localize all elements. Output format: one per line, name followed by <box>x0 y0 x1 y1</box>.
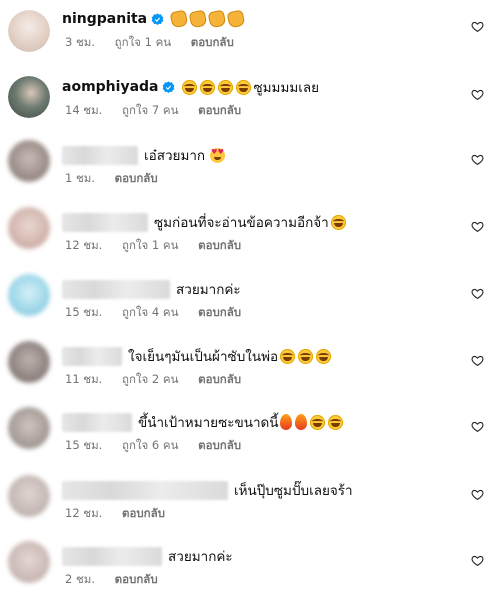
verified-badge-icon <box>151 12 164 25</box>
comment-time: 14 ชม. <box>65 103 103 117</box>
like-count[interactable]: ถูกใจ 1 คน <box>122 238 178 252</box>
avatar[interactable] <box>8 407 50 449</box>
username-blurred[interactable] <box>62 480 228 500</box>
comment-text: ซูมมมมเลย <box>253 80 320 96</box>
verified-badge-icon <box>163 80 175 93</box>
like-count[interactable]: ถูกใจ 6 คน <box>122 438 178 452</box>
like-heart-icon[interactable] <box>471 220 484 233</box>
username-blurred[interactable] <box>62 212 148 232</box>
like-heart-icon[interactable] <box>471 554 484 567</box>
reply-button[interactable]: ตอบกลับ <box>198 372 241 386</box>
username-blurred[interactable] <box>62 412 132 432</box>
like-heart-icon[interactable] <box>471 420 484 433</box>
username-blurred[interactable] <box>62 145 138 165</box>
avatar[interactable] <box>8 140 50 182</box>
comment-time: 15 ชม. <box>65 305 103 319</box>
fire-emoji-icon <box>279 414 292 430</box>
username-blurred[interactable] <box>62 546 162 566</box>
comment-text: เห็นปุ๊บซูมปั๊บเลยจร้า <box>234 483 353 499</box>
like-heart-icon[interactable] <box>471 287 484 300</box>
username[interactable]: ningpanita <box>62 11 147 27</box>
avatar[interactable] <box>8 207 50 249</box>
avatar[interactable] <box>8 274 50 316</box>
comment-time: 1 ชม. <box>65 171 96 185</box>
like-heart-icon[interactable] <box>471 153 484 166</box>
heart-eyes-emoji-icon <box>210 147 226 163</box>
like-count[interactable]: ถูกใจ 1 คน <box>115 35 171 49</box>
comment-text: สวยมากค่ะ <box>168 549 233 565</box>
comment-text: ใจเย็นๆมันเป็นผ้าซับในพ่อ <box>128 349 279 365</box>
comment-time: 11 ชม. <box>65 372 103 386</box>
like-heart-icon[interactable] <box>471 20 484 33</box>
like-count[interactable]: ถูกใจ 2 คน <box>122 372 178 386</box>
reply-button[interactable]: ตอบกลับ <box>191 35 234 49</box>
like-heart-icon[interactable] <box>471 354 484 367</box>
laughing-emoji-icon <box>330 214 346 230</box>
reply-button[interactable]: ตอบกลับ <box>115 171 158 185</box>
laughing-emoji-icon <box>316 348 332 364</box>
reply-button[interactable]: ตอบกลับ <box>122 506 165 520</box>
laughing-emoji-icon <box>182 79 198 95</box>
reply-button[interactable]: ตอบกลับ <box>198 305 241 319</box>
reply-button[interactable]: ตอบกลับ <box>198 238 241 252</box>
like-heart-icon[interactable] <box>471 88 484 101</box>
reply-button[interactable]: ตอบกลับ <box>198 438 241 452</box>
fire-emoji-icon <box>294 414 307 430</box>
comment-text: ซูมก่อนที่จะอ่านข้อความอีกจ้า <box>154 215 329 231</box>
like-count[interactable]: ถูกใจ 7 คน <box>122 103 178 117</box>
laughing-emoji-icon <box>309 414 325 430</box>
comment-time: 12 ชม. <box>65 506 103 520</box>
laughing-emoji-icon <box>218 79 234 95</box>
username-blurred[interactable] <box>62 279 170 299</box>
laughing-emoji-icon <box>298 348 314 364</box>
comment-time: 3 ชม. <box>65 35 96 49</box>
comment-text: ขึ้นำเป้าหมายซะขนาดนี้ <box>138 415 279 431</box>
comment-time: 15 ชม. <box>65 438 103 452</box>
comment-time: 2 ชม. <box>65 572 96 586</box>
avatar[interactable] <box>8 341 50 383</box>
laughing-emoji-icon <box>200 79 216 95</box>
avatar[interactable] <box>8 10 50 52</box>
laughing-emoji-icon <box>236 79 252 95</box>
laughing-emoji-icon <box>327 414 343 430</box>
avatar[interactable] <box>8 475 50 517</box>
clap-emoji-icon <box>188 9 208 29</box>
comment-text: สวยมากค่ะ <box>176 282 241 298</box>
username-blurred[interactable] <box>62 346 122 366</box>
like-heart-icon[interactable] <box>471 488 484 501</box>
avatar[interactable] <box>8 541 50 583</box>
reply-button[interactable]: ตอบกลับ <box>115 572 158 586</box>
avatar[interactable] <box>8 76 50 118</box>
username[interactable]: aomphiyada <box>62 79 158 95</box>
clap-emoji-icon <box>169 9 189 29</box>
reply-button[interactable]: ตอบกลับ <box>198 103 241 117</box>
comment-text: เอ๋สวยมาก <box>144 148 206 164</box>
comment-time: 12 ชม. <box>65 238 103 252</box>
like-count[interactable]: ถูกใจ 4 คน <box>122 305 178 319</box>
laughing-emoji-icon <box>280 348 296 364</box>
clap-emoji-icon <box>207 9 227 29</box>
clap-emoji-icon <box>226 9 246 29</box>
